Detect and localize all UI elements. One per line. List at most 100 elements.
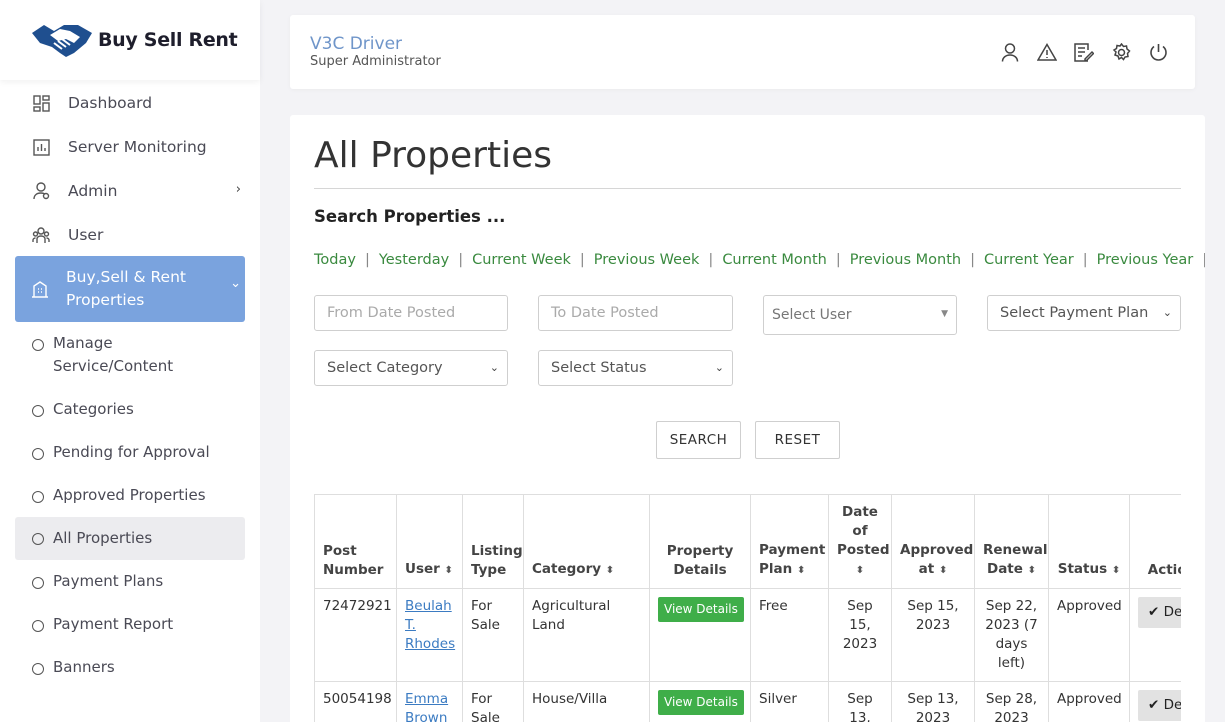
sidebar-item-label: User	[68, 226, 104, 244]
search-heading: Search Properties ...	[314, 207, 506, 226]
chevron-down-icon: ⌄	[1162, 306, 1172, 319]
from-date-input[interactable]: From Date Posted	[314, 295, 508, 331]
sidebar-subitem-label: Banners	[53, 658, 115, 676]
alert-icon[interactable]	[1036, 41, 1058, 63]
select-payment-plan-dropdown[interactable]: Select Payment Plan ⌄	[987, 295, 1181, 331]
sidebar-subitem-pending[interactable]: Pending for Approval	[15, 441, 245, 464]
sidebar-item-label: Server Monitoring	[68, 138, 207, 156]
filter-today[interactable]: Today	[314, 252, 356, 268]
sort-icon: ⬍	[938, 565, 948, 576]
user-role: Super Administrator	[310, 54, 441, 69]
filter-previous-week[interactable]: Previous Week	[594, 252, 700, 268]
sidebar-subitem-label: Payment Plans	[53, 572, 164, 590]
sidebar-item-admin[interactable]: Admin ›	[15, 178, 245, 204]
sidebar-subitem-manage-service[interactable]: Manage Service/Content	[15, 332, 245, 378]
table-row: 72472921 Beulah T. Rhodes For Sale Agric…	[314, 588, 1181, 682]
sidebar-subitem-categories[interactable]: Categories	[15, 398, 245, 421]
cell-plan: Silver	[750, 681, 829, 722]
brand-logo[interactable]: Buy Sell Rent	[0, 0, 260, 80]
sidebar-subitem-payment-report[interactable]: Payment Report	[15, 613, 245, 636]
check-circle-icon: ✔	[1148, 604, 1160, 620]
cell-approved-at: Sep 13, 2023	[891, 681, 975, 722]
sidebar-subitem-label: Payment Report	[53, 615, 174, 633]
select-user-value: Select User	[772, 307, 852, 323]
sort-icon: ⬍	[855, 565, 865, 576]
chevron-down-icon: ⌄	[714, 361, 724, 374]
sort-icon: ⬍	[1027, 565, 1037, 576]
separator: |	[835, 252, 841, 268]
select-user-dropdown[interactable]: Select User ▼	[763, 295, 957, 335]
edit-note-icon[interactable]	[1073, 41, 1095, 63]
cell-approved-at: Sep 15, 2023	[891, 588, 975, 682]
separator: |	[708, 252, 714, 268]
sidebar-subitem-label: All Properties	[53, 529, 153, 547]
cell-post-number: 50054198	[314, 681, 397, 722]
dashboard-icon	[31, 93, 51, 113]
sidebar-item-user[interactable]: User	[15, 222, 245, 248]
reset-button[interactable]: RESET	[755, 421, 840, 459]
to-date-input[interactable]: To Date Posted	[538, 295, 733, 331]
quick-date-filters: Today | Yesterday | Current Week | Previous…	[314, 252, 1205, 268]
select-category-dropdown[interactable]: Select Category ⌄	[314, 350, 508, 386]
separator: |	[1082, 252, 1088, 268]
properties-table: Post Number User ⬍ Listing Type Category…	[314, 494, 1181, 722]
circle-icon	[32, 491, 44, 503]
circle-icon	[32, 339, 44, 351]
sidebar-item-server-monitoring[interactable]: Server Monitoring	[15, 134, 245, 160]
chevron-down-icon: ⌄	[489, 361, 499, 374]
divider	[314, 188, 1181, 189]
profile-icon[interactable]	[999, 41, 1021, 63]
admin-user-icon	[31, 181, 51, 201]
separator: |	[364, 252, 370, 268]
col-post-number: Post Number	[314, 494, 397, 589]
sort-icon: ⬍	[796, 565, 806, 576]
sidebar-subitem-banners[interactable]: Banners	[15, 656, 245, 679]
col-approved-at[interactable]: Approved at ⬍	[891, 494, 975, 589]
circle-icon	[32, 532, 44, 545]
filter-yesterday[interactable]: Yesterday	[379, 252, 449, 268]
cell-status: Approved	[1048, 681, 1130, 722]
top-header: V3C Driver Super Administrator	[290, 15, 1195, 89]
sidebar-item-dashboard[interactable]: Dashboard	[15, 90, 245, 116]
sidebar-subitem-label: Approved Properties	[53, 486, 206, 504]
user-link[interactable]: Beulah T. Rhodes	[405, 598, 455, 652]
view-details-button[interactable]: View Details	[658, 690, 744, 715]
settings-icon[interactable]	[1110, 41, 1132, 63]
sidebar-subitem-payment-plans[interactable]: Payment Plans	[15, 570, 245, 593]
cell-date-posted: Sep 13, 2023	[828, 681, 892, 722]
cell-renewal-date: Sep 28, 2023	[974, 681, 1049, 722]
filter-current-week[interactable]: Current Week	[472, 252, 571, 268]
separator: |	[1202, 252, 1205, 268]
col-renewal-date[interactable]: Renewal Date ⬍	[974, 494, 1049, 589]
handshake-icon	[32, 25, 92, 57]
circle-icon	[32, 405, 44, 417]
sidebar-subitem-approved[interactable]: Approved Properties	[15, 484, 245, 507]
cell-listing-type: For Sale	[462, 681, 524, 722]
filter-current-month[interactable]: Current Month	[722, 252, 827, 268]
view-details-button[interactable]: View Details	[658, 597, 744, 622]
user-link[interactable]: Emma Brown	[405, 691, 448, 722]
col-user[interactable]: User ⬍	[396, 494, 463, 589]
select-status-dropdown[interactable]: Select Status ⌄	[538, 350, 733, 386]
table-header-row: Post Number User ⬍ Listing Type Category…	[314, 494, 1181, 589]
sidebar-item-properties[interactable]: Buy,Sell & Rent Properties ⌄	[15, 256, 245, 322]
circle-icon	[32, 620, 44, 632]
deactivate-button[interactable]: ✔ Deactivate	[1138, 597, 1181, 628]
filter-previous-month[interactable]: Previous Month	[850, 252, 961, 268]
cell-plan: Free	[750, 588, 829, 682]
cell-listing-type: For Sale	[462, 588, 524, 682]
table-row: 50054198 Emma Brown For Sale House/Villa…	[314, 681, 1181, 722]
col-category[interactable]: Category ⬍	[523, 494, 650, 589]
sort-icon: ⬍	[605, 565, 615, 576]
filter-current-year[interactable]: Current Year	[984, 252, 1074, 268]
sidebar-subitem-all-properties[interactable]: All Properties	[15, 517, 245, 560]
search-button[interactable]: SEARCH	[656, 421, 741, 459]
chart-icon	[31, 137, 51, 157]
col-status[interactable]: Status ⬍	[1048, 494, 1130, 589]
power-icon[interactable]	[1147, 41, 1169, 63]
col-payment-plan[interactable]: Payment Plan ⬍	[750, 494, 829, 589]
select-category-value: Select Category	[327, 360, 443, 376]
filter-previous-year[interactable]: Previous Year	[1097, 252, 1194, 268]
deactivate-button[interactable]: ✔ Deactivate	[1138, 690, 1181, 721]
col-date-posted[interactable]: Date of Posted ⬍	[828, 494, 892, 589]
